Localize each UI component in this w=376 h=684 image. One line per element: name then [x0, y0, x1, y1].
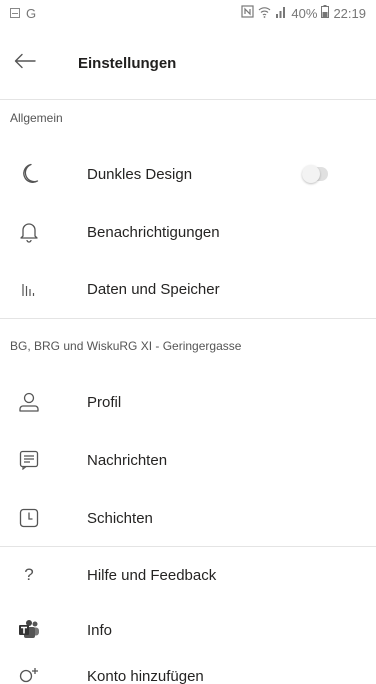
section-divider [0, 318, 376, 319]
settings-item-add-account[interactable]: Konto hinzufügen [0, 652, 376, 684]
settings-item-help-feedback[interactable]: ? Hilfe und Feedback [0, 551, 376, 599]
settings-item-info[interactable]: Info [0, 606, 376, 654]
section-label-allgemein: Allgemein [10, 111, 63, 125]
add-account-icon [18, 665, 40, 684]
settings-item-label: Info [87, 621, 113, 639]
moon-icon [18, 163, 40, 185]
screenshot-notification-icon [10, 8, 20, 18]
app-bar: Einstellungen [0, 40, 376, 86]
teams-logo-icon [18, 619, 40, 641]
settings-item-label: Dunkles Design [87, 165, 193, 183]
settings-item-data-storage[interactable]: Daten und Speicher [0, 265, 376, 313]
arrow-left-icon [14, 53, 36, 74]
message-icon [18, 449, 40, 471]
status-bar: G 40% 22:19 [0, 0, 376, 26]
settings-item-profile[interactable]: Profil [0, 378, 376, 426]
signal-icon [275, 6, 287, 21]
settings-item-label: Konto hinzufügen [87, 667, 204, 684]
settings-item-label: Benachrichtigungen [87, 223, 220, 241]
battery-icon [321, 5, 330, 21]
settings-item-messages[interactable]: Nachrichten [0, 436, 376, 484]
dark-mode-toggle[interactable] [302, 165, 328, 183]
back-button[interactable] [2, 40, 48, 86]
settings-item-label: Daten und Speicher [87, 280, 220, 298]
section-divider [0, 546, 376, 547]
carrier-label: G [26, 5, 37, 21]
settings-item-dark-mode[interactable]: Dunkles Design [0, 150, 376, 198]
status-left: G [10, 6, 36, 21]
settings-item-label: Nachrichten [87, 451, 168, 469]
person-icon [18, 391, 40, 413]
section-label-school: BG, BRG und WiskuRG XI - Geringergasse [10, 339, 242, 353]
settings-item-shifts[interactable]: Schichten [0, 494, 376, 542]
page-title: Einstellungen [78, 54, 177, 72]
data-bars-icon [18, 278, 40, 300]
settings-item-notifications[interactable]: Benachrichtigungen [0, 208, 376, 256]
shifts-clock-icon [18, 507, 40, 529]
status-right: 40% 22:19 [241, 5, 366, 21]
settings-item-label: Schichten [87, 509, 153, 527]
battery-percent: 40% [291, 5, 318, 21]
toggle-knob [302, 165, 320, 183]
wifi-icon [258, 6, 271, 21]
settings-item-label: Profil [87, 393, 122, 411]
header-divider [0, 99, 376, 100]
bell-icon [18, 221, 40, 243]
settings-item-label: Hilfe und Feedback [87, 566, 217, 584]
question-icon: ? [24, 565, 34, 584]
clock-time: 22:19 [333, 5, 366, 21]
nfc-icon [241, 5, 255, 21]
